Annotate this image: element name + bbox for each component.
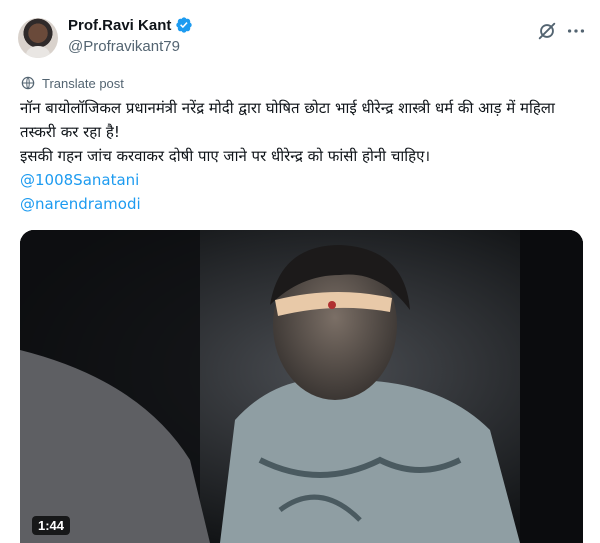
author-name-row: Prof.Ravi Kant: [68, 16, 193, 34]
video-player[interactable]: 1:44: [20, 230, 583, 543]
author-avatar[interactable]: [18, 18, 58, 58]
post-text-line: नॉन बायोलॉजिकल प्रधानमंत्री नरेंद्र मोदी…: [20, 99, 555, 141]
more-horizontal-icon[interactable]: [565, 20, 587, 42]
translate-post-label: Translate post: [42, 75, 124, 91]
mention-link[interactable]: @narendramodi: [20, 192, 590, 216]
globe-icon: [21, 76, 35, 90]
tweet: Prof.Ravi Kant @Profravikant79 Translate…: [0, 0, 600, 543]
translate-post-link[interactable]: Translate post: [20, 75, 124, 91]
mention-link[interactable]: @1008Sanatani: [20, 168, 590, 192]
author-display-name[interactable]: Prof.Ravi Kant: [68, 17, 171, 34]
post-text-line: इसकी गहन जांच करवाकर दोषी पाए जाने पर धी…: [20, 147, 431, 165]
video-duration: 1:44: [32, 516, 71, 535]
video-thumbnail[interactable]: [20, 230, 583, 543]
post-text: नॉन बायोलॉजिकल प्रधानमंत्री नरेंद्र मोदी…: [20, 96, 590, 216]
author-handle[interactable]: @Profravikant79: [68, 38, 180, 55]
verified-badge-icon: [176, 17, 193, 33]
grok-icon[interactable]: [536, 20, 558, 42]
